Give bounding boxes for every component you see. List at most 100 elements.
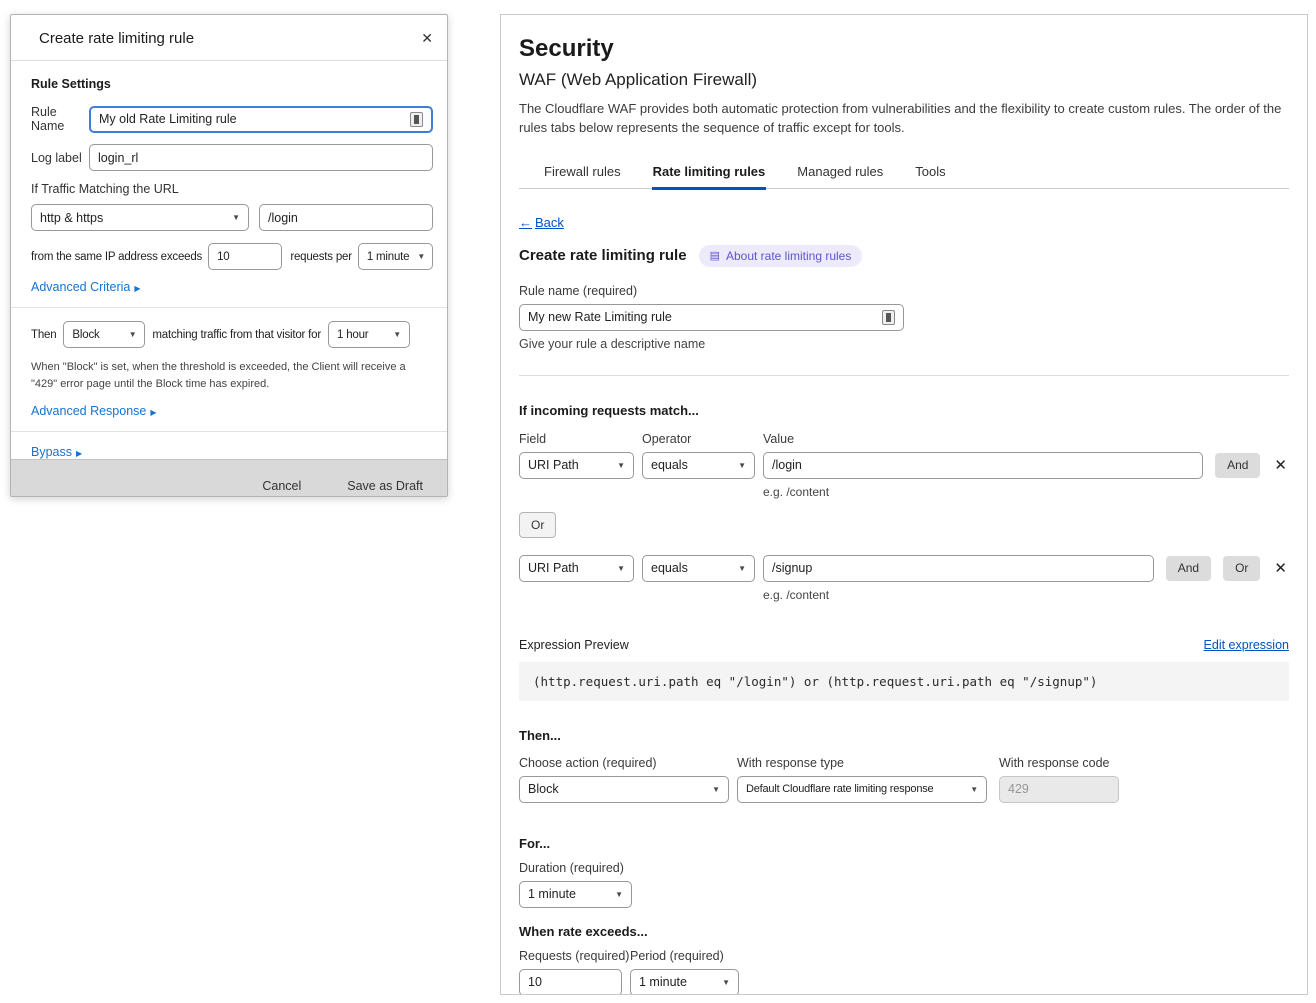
close-icon[interactable]: ✕ bbox=[421, 30, 433, 47]
choose-action-select[interactable]: Block ▼ bbox=[519, 776, 729, 803]
then-controls: Choose action (required) Block ▼ With re… bbox=[519, 756, 1289, 803]
disclosure-triangle-icon: ▶ bbox=[134, 284, 140, 293]
then-suffix-text: matching traffic from that visitor for bbox=[152, 329, 321, 341]
or-button[interactable]: Or bbox=[1223, 556, 1260, 581]
modal-title: Create rate limiting rule bbox=[39, 30, 194, 47]
exceeds-prefix-text: from the same IP address exceeds bbox=[31, 251, 202, 263]
block-note-text: When "Block" is set, when the threshold … bbox=[31, 359, 433, 393]
chevron-down-icon: ▼ bbox=[393, 330, 401, 339]
modal-body: Rule Settings Rule Name My old Rate Limi… bbox=[11, 61, 447, 459]
operator-select[interactable]: equals ▼ bbox=[642, 555, 755, 582]
page-description: The Cloudflare WAF provides both automat… bbox=[519, 100, 1289, 138]
choose-action-label: Choose action (required) bbox=[519, 756, 729, 770]
about-rate-limiting-rules-badge[interactable]: ▤ About rate limiting rules bbox=[699, 245, 863, 267]
match-heading: If incoming requests match... bbox=[519, 403, 1289, 418]
expression-preview-label: Expression Preview bbox=[519, 638, 629, 652]
traffic-match-controls: http & https ▼ /login bbox=[31, 204, 433, 231]
cancel-button[interactable]: Cancel bbox=[262, 479, 301, 493]
field-select[interactable]: URI Path ▼ bbox=[519, 452, 634, 479]
autofill-icon[interactable] bbox=[410, 112, 423, 127]
chevron-down-icon: ▼ bbox=[232, 213, 240, 222]
period-select[interactable]: 1 minute ▼ bbox=[630, 969, 739, 995]
save-as-draft-button[interactable]: Save as Draft bbox=[347, 479, 423, 493]
divider bbox=[11, 431, 447, 432]
modal-header: Create rate limiting rule ✕ bbox=[11, 15, 447, 61]
tab-rate-limiting-rules[interactable]: Rate limiting rules bbox=[652, 158, 767, 190]
and-button[interactable]: And bbox=[1166, 556, 1211, 581]
tab-managed-rules[interactable]: Managed rules bbox=[796, 158, 884, 190]
scheme-select[interactable]: http & https ▼ bbox=[31, 204, 249, 231]
advanced-criteria-link[interactable]: Advanced Criteria ▶ bbox=[31, 280, 141, 294]
tab-firewall-rules[interactable]: Firewall rules bbox=[543, 158, 622, 190]
period-label: Period (required) bbox=[630, 949, 739, 963]
edit-expression-link[interactable]: Edit expression bbox=[1204, 638, 1289, 652]
requests-count-input[interactable]: 10 bbox=[208, 243, 282, 270]
operator-select[interactable]: equals ▼ bbox=[642, 452, 755, 479]
action-select[interactable]: Block ▼ bbox=[63, 321, 145, 348]
operator-column-label: Operator bbox=[642, 432, 763, 446]
disclosure-triangle-icon: ▶ bbox=[150, 408, 156, 417]
rule-name-input[interactable]: My old Rate Limiting rule bbox=[89, 106, 433, 133]
log-label-input[interactable]: login_rl bbox=[89, 144, 433, 171]
field-select[interactable]: URI Path ▼ bbox=[519, 555, 634, 582]
chevron-down-icon: ▼ bbox=[129, 330, 137, 339]
tab-tools[interactable]: Tools bbox=[914, 158, 946, 190]
then-label: Then bbox=[31, 329, 56, 341]
or-connector-row: Or bbox=[519, 512, 1289, 538]
rate-controls: Requests (required) 10 Period (required)… bbox=[519, 949, 1289, 995]
arrow-left-icon: ← bbox=[519, 215, 532, 230]
condition-row-2: URI Path ▼ equals ▼ /signup And Or ✕ bbox=[519, 555, 1289, 582]
form-title-row: Create rate limiting rule ▤ About rate l… bbox=[519, 245, 1289, 267]
value-column-label: Value bbox=[763, 432, 794, 446]
advanced-response-link[interactable]: Advanced Response ▶ bbox=[31, 404, 157, 418]
bypass-link[interactable]: Bypass ▶ bbox=[31, 445, 82, 459]
rule-name-help: Give your rule a descriptive name bbox=[519, 337, 1289, 351]
page-title: Security bbox=[519, 35, 1289, 63]
rule-name-row: Rule Name My old Rate Limiting rule bbox=[31, 105, 433, 133]
chevron-down-icon: ▼ bbox=[738, 564, 746, 573]
value-input[interactable]: /signup bbox=[763, 555, 1154, 582]
response-type-select[interactable]: Default Cloudflare rate limiting respons… bbox=[737, 776, 987, 803]
requests-label: Requests (required) bbox=[519, 949, 622, 963]
then-heading: Then... bbox=[519, 728, 1289, 743]
back-link[interactable]: ← Back bbox=[519, 215, 564, 230]
expression-preview-row: Expression Preview Edit expression bbox=[519, 638, 1289, 652]
then-row: Then Block ▼ matching traffic from that … bbox=[31, 321, 433, 348]
ban-duration-select[interactable]: 1 hour ▼ bbox=[328, 321, 410, 348]
remove-condition-icon[interactable]: ✕ bbox=[1272, 456, 1289, 474]
rule-settings-heading: Rule Settings bbox=[31, 77, 433, 91]
or-connector-button[interactable]: Or bbox=[519, 512, 556, 538]
autofill-icon[interactable] bbox=[882, 310, 895, 325]
duration-select[interactable]: 1 minute ▼ bbox=[519, 881, 632, 908]
log-label-label: Log label bbox=[31, 151, 89, 165]
value-input[interactable]: /login bbox=[763, 452, 1203, 479]
requests-suffix-text: requests per bbox=[290, 251, 352, 263]
and-button[interactable]: And bbox=[1215, 453, 1260, 478]
url-input[interactable]: /login bbox=[259, 204, 433, 231]
value-hint: e.g. /content bbox=[763, 485, 1289, 499]
condition-column-labels: Field Operator Value bbox=[519, 432, 1289, 446]
chevron-down-icon: ▼ bbox=[722, 978, 730, 987]
duration-label: Duration (required) bbox=[519, 861, 1289, 875]
response-code-input: 429 bbox=[999, 776, 1119, 803]
field-column-label: Field bbox=[519, 432, 642, 446]
period-select[interactable]: 1 minute ▼ bbox=[358, 243, 433, 270]
chevron-down-icon: ▼ bbox=[712, 785, 720, 794]
document-icon: ▤ bbox=[710, 249, 720, 262]
chevron-down-icon: ▼ bbox=[617, 564, 625, 573]
threshold-row: from the same IP address exceeds 10 requ… bbox=[31, 243, 433, 270]
page-subtitle: WAF (Web Application Firewall) bbox=[519, 70, 1289, 90]
remove-condition-icon[interactable]: ✕ bbox=[1272, 559, 1289, 577]
requests-input[interactable]: 10 bbox=[519, 969, 622, 995]
rule-name-input[interactable]: My new Rate Limiting rule bbox=[519, 304, 904, 331]
disclosure-triangle-icon: ▶ bbox=[76, 449, 82, 458]
create-rate-limiting-rule-modal: Create rate limiting rule ✕ Rule Setting… bbox=[10, 14, 448, 497]
form-title: Create rate limiting rule bbox=[519, 247, 687, 264]
value-hint: e.g. /content bbox=[763, 588, 1289, 602]
traffic-match-label: If Traffic Matching the URL bbox=[31, 182, 433, 196]
rule-name-label: Rule Name bbox=[31, 105, 89, 133]
waf-tabs: Firewall rules Rate limiting rules Manag… bbox=[519, 158, 1289, 189]
divider bbox=[519, 375, 1289, 376]
modal-footer: Cancel Save as Draft bbox=[11, 459, 447, 497]
chevron-down-icon: ▼ bbox=[970, 785, 978, 794]
